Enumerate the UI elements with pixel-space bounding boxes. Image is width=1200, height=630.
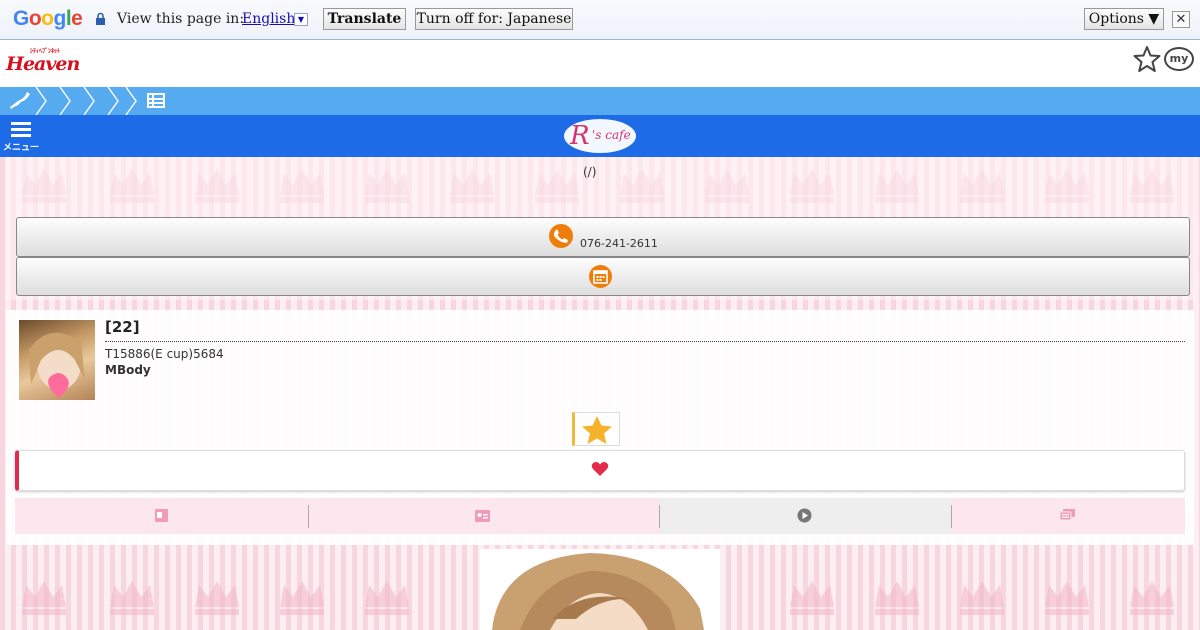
card-tab-icon: [475, 510, 490, 522]
tab-separator: [308, 505, 309, 528]
phone-icon: [549, 224, 573, 248]
girl-name: [22]: [105, 318, 140, 336]
menu-icon[interactable]: [11, 122, 31, 138]
svg-text:'s cafe: 's cafe: [592, 128, 631, 142]
girl-type: MBody: [105, 363, 151, 377]
favorite-button[interactable]: [572, 412, 620, 446]
tab-profile[interactable]: [15, 498, 308, 534]
svg-text:R: R: [569, 121, 590, 151]
japan-map-icon[interactable]: [8, 91, 32, 111]
star-outline-icon[interactable]: [1133, 45, 1161, 73]
logo-subtext: ｼﾃｨﾍﾌﾞﾝﾈｯﾄ: [30, 48, 61, 55]
girl-stats: T15886(E cup)5684: [105, 347, 224, 361]
profile-main-photo[interactable]: [480, 549, 720, 630]
breadcrumb: [0, 87, 1200, 115]
tab-diary[interactable]: [952, 498, 1185, 534]
shop-logo[interactable]: R 's cafe: [562, 117, 638, 155]
heaven-logo[interactable]: ｼﾃｨﾍﾌﾞﾝﾈｯﾄ Heaven: [6, 48, 80, 75]
heart-icon: [591, 462, 609, 476]
turn-off-button[interactable]: Turn off for: Japanese: [415, 8, 573, 30]
language-select[interactable]: English: [242, 11, 295, 27]
options-button[interactable]: Options ▼: [1084, 8, 1164, 30]
profile-thumbnail[interactable]: [19, 320, 95, 400]
lock-icon: [96, 12, 105, 25]
tab-card[interactable]: [309, 498, 659, 534]
shop-subtitle: (/): [583, 165, 597, 179]
phone-number: 076-241-2611: [580, 237, 658, 250]
close-icon[interactable]: ✕: [1172, 11, 1190, 28]
my-page-button[interactable]: my: [1164, 47, 1194, 71]
chat-icon: [1060, 509, 1075, 521]
profile-tabs: [15, 498, 1185, 534]
google-logo: Google: [13, 7, 83, 30]
translate-button[interactable]: Translate: [323, 8, 406, 30]
view-page-label: View this page in:: [117, 11, 245, 27]
tab-video[interactable]: [660, 498, 951, 534]
tab-separator: [951, 505, 952, 528]
star-icon: [582, 416, 612, 444]
tab-separator: [659, 505, 660, 528]
site-header: ｼﾃｨﾍﾌﾞﾝﾈｯﾄ Heaven: [0, 41, 1200, 87]
translate-bar: Google View this page in: English ▼ Tran…: [0, 0, 1200, 40]
menu-label[interactable]: メニュー: [3, 140, 39, 153]
name-divider: [105, 341, 1185, 342]
chevron-down-icon[interactable]: ▼: [294, 13, 308, 26]
play-icon: [797, 508, 812, 523]
calendar-icon: [589, 265, 612, 288]
profile-tab-icon: [155, 509, 168, 522]
list-icon[interactable]: [147, 93, 165, 108]
